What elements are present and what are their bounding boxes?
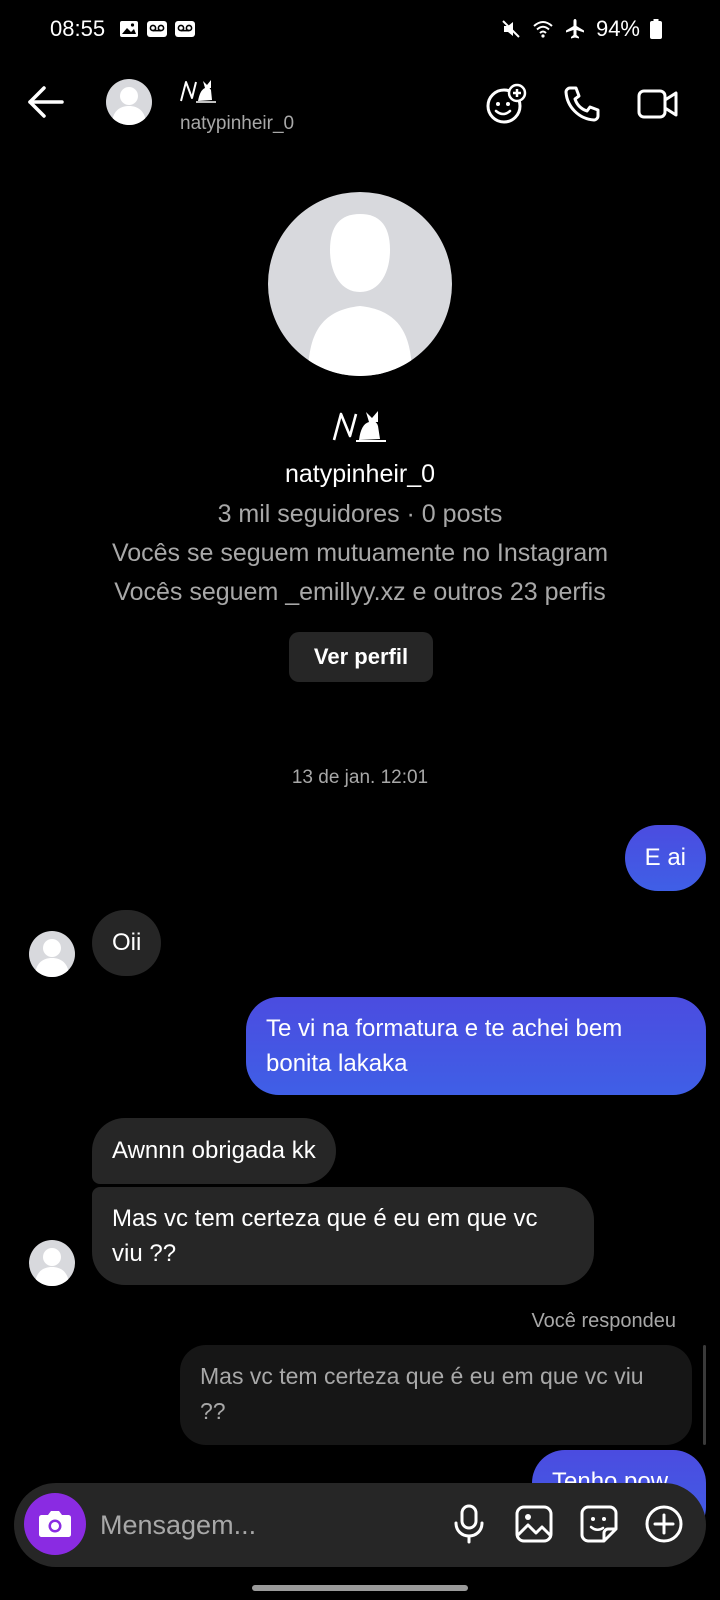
message-received[interactable]: Awnnn obrigada kk <box>92 1118 336 1184</box>
voicemail-icon <box>175 21 195 37</box>
mute-icon <box>502 20 520 38</box>
default-avatar-icon <box>35 939 69 977</box>
avatar[interactable] <box>29 1240 75 1286</box>
profile-mutual-info: Vocês se seguem mutuamente no Instagram <box>111 539 609 567</box>
profile-stats: 3 mil seguidores · 0 posts <box>217 500 503 528</box>
camera-icon <box>39 1511 71 1537</box>
profile-name: natypinheir_0 <box>284 460 436 488</box>
back-arrow-icon[interactable] <box>24 80 68 124</box>
battery-percent: 94% <box>595 16 640 41</box>
battery-icon <box>650 19 662 39</box>
camera-button[interactable] <box>24 1493 86 1555</box>
gallery-icon[interactable] <box>512 1502 556 1546</box>
status-icons-left <box>118 18 196 40</box>
avatar[interactable] <box>106 79 152 125</box>
message-input[interactable] <box>98 1502 432 1548</box>
airplane-icon <box>565 19 584 39</box>
reply-quote[interactable]: Mas vc tem certeza que é eu em que vc vi… <box>180 1345 692 1445</box>
plus-icon[interactable] <box>642 1502 686 1546</box>
view-profile-button[interactable]: Ver perfil <box>289 632 433 682</box>
message-sent[interactable]: Te vi na formatura e te achei bem bonita… <box>246 997 706 1095</box>
effects-icon[interactable] <box>484 82 528 126</box>
message-sent[interactable]: E ai <box>624 825 706 891</box>
profile-avatar[interactable] <box>268 192 452 376</box>
reply-label: Você respondeu <box>531 1310 676 1332</box>
avatar[interactable] <box>29 931 75 977</box>
profile-follow-info: Vocês seguem _emillyy.xz e outros 23 per… <box>114 578 606 606</box>
reply-indicator-bar <box>703 1345 706 1445</box>
home-indicator[interactable] <box>252 1585 468 1591</box>
status-icons-right: 94% <box>500 16 662 42</box>
default-avatar-icon <box>35 1248 69 1286</box>
video-icon[interactable] <box>636 82 680 126</box>
message-received[interactable]: Mas vc tem certeza que é eu em que vc vi… <box>92 1187 594 1285</box>
chat-timestamp: 13 de jan. 12:01 <box>291 767 429 788</box>
logo-icon <box>180 80 216 103</box>
default-avatar-icon <box>308 214 412 376</box>
microphone-icon[interactable] <box>447 1502 491 1546</box>
wifi-icon <box>533 21 553 38</box>
voicemail-icon <box>147 21 167 37</box>
header-username[interactable]: natypinheir_0 <box>180 113 294 135</box>
sticker-icon[interactable] <box>577 1502 621 1546</box>
phone-icon[interactable] <box>560 82 604 126</box>
message-received[interactable]: Oii <box>92 910 162 976</box>
logo-icon <box>332 411 386 442</box>
status-time: 08:55 <box>50 16 106 41</box>
gallery-icon <box>120 21 138 37</box>
default-avatar-icon <box>112 87 146 125</box>
